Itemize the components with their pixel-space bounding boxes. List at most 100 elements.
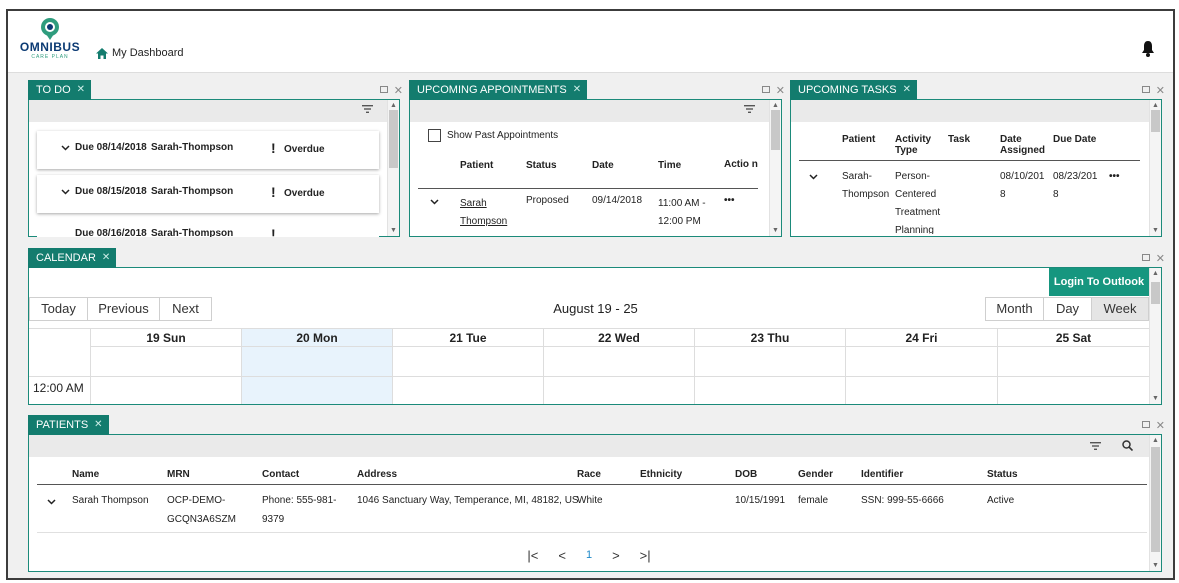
day-column-wed[interactable]: 22 Wed [543,329,694,404]
filter-icon[interactable] [1090,442,1101,450]
col-patient[interactable]: Patient [460,160,526,188]
all-day-cell [544,347,694,377]
appointments-scrollbar[interactable]: ▲ ▼ [769,100,781,236]
tasks-tab-label: UPCOMING TASKS [798,84,897,96]
todo-due: Due 08/15/2018 [75,186,147,197]
patients-scrollbar[interactable]: ▲ ▼ [1149,435,1161,571]
day-column-tue[interactable]: 21 Tue [392,329,543,404]
patient-contact: Phone: 555-981- 9379 [262,491,337,529]
col-gender[interactable]: Gender [798,469,833,480]
close-icon[interactable]: ✕ [903,80,911,100]
close-icon[interactable]: ✕ [77,80,85,100]
chevron-down-icon[interactable] [61,189,70,195]
close-icon[interactable]: ✕ [573,80,581,100]
search-icon[interactable] [1122,440,1133,451]
maximize-icon[interactable] [1141,421,1150,428]
day-column-mon[interactable]: 20 Mon [241,329,392,404]
todo-tab[interactable]: TO DO ✕ [28,80,92,100]
day-column-fri[interactable]: 24 Fri [845,329,997,404]
todo-item[interactable]: Due 08/14/2018 Sarah-Thompson ! Overdue [37,131,379,169]
close-icon[interactable]: ✕ [94,415,102,435]
task-act-line1: Person- [895,171,931,182]
more-actions-icon[interactable]: ••• [1109,168,1120,186]
todo-due: Due 08/16/2018 [75,228,147,237]
day-view-button[interactable]: Day [1043,297,1092,321]
task-act-line4: Planning [895,225,934,234]
patient-link[interactable]: Sarah Thompson [460,198,507,227]
omnibus-logo[interactable]: OMNIBUS CARE PLAN [18,17,82,69]
all-day-cell [846,347,997,377]
bell-icon[interactable] [1141,41,1155,57]
last-page-button[interactable]: >| [640,548,651,563]
table-row[interactable]: Sarah Thompson OCP-DEMO- GCQN3A6SZM Phone… [37,491,1147,533]
col-activity-type[interactable]: Activity Type [895,134,931,156]
maximize-icon[interactable] [1141,86,1150,93]
patients-tab[interactable]: PATIENTS ✕ [28,415,109,435]
col-time[interactable]: Time [658,160,724,188]
current-page[interactable]: 1 [586,548,592,563]
close-icon[interactable]: ✕ [394,84,403,97]
close-icon[interactable]: ✕ [776,84,785,97]
maximize-icon[interactable] [379,86,388,93]
col-patient[interactable]: Patient [842,134,875,145]
patient-first: Sarah [460,197,487,209]
col-status[interactable]: Status [987,469,1018,480]
col-identifier[interactable]: Identifier [861,469,903,480]
show-past-checkbox[interactable] [428,129,441,142]
task-assigned-line1: 08/10/201 [1000,171,1045,182]
todo-item[interactable]: Due 08/15/2018 Sarah-Thompson ! Overdue [37,175,379,213]
todo-patient: Sarah-Thompson [151,142,234,153]
col-name[interactable]: Name [72,469,99,480]
close-icon[interactable]: ✕ [1156,252,1165,265]
day-header: 24 Fri [846,329,997,347]
day-column-sat[interactable]: 25 Sat [997,329,1149,404]
task-patient-line2: Thompson [842,189,890,200]
day-column-thu[interactable]: 23 Thu [694,329,845,404]
chevron-down-icon[interactable] [430,198,439,205]
maximize-icon[interactable] [761,86,770,93]
day-column-sun[interactable]: 19 Sun [90,329,241,404]
col-dob[interactable]: DOB [735,469,757,480]
close-icon[interactable]: ✕ [102,248,110,268]
col-date-assigned[interactable]: Date Assigned [1000,134,1045,156]
col-address[interactable]: Address [357,469,397,480]
col-task[interactable]: Task [948,134,970,145]
calendar-tab-label: CALENDAR [36,252,96,264]
chevron-down-icon[interactable] [61,145,70,151]
contact-line2: 9379 [262,514,285,525]
calendar-tab[interactable]: CALENDAR ✕ [28,248,117,268]
todo-item[interactable]: Due 08/16/2018 Sarah-Thompson ! [37,219,379,237]
col-contact[interactable]: Contact [262,469,299,480]
col-mrn[interactable]: MRN [167,469,190,480]
close-icon[interactable]: ✕ [1156,84,1165,97]
filter-icon[interactable] [362,105,373,113]
week-view-button[interactable]: Week [1091,297,1149,321]
show-past-checkbox-row[interactable]: Show Past Appointments [428,129,558,142]
chevron-down-icon[interactable] [809,174,818,180]
chevron-down-icon[interactable] [47,499,56,505]
login-to-outlook-button[interactable]: Login To Outlook [1049,268,1149,296]
month-view-button[interactable]: Month [985,297,1044,321]
appointments-tab[interactable]: UPCOMING APPOINTMENTS ✕ [409,80,588,100]
table-row[interactable]: Sarah Thompson Proposed 09/14/2018 11:00 … [418,188,758,232]
col-ethnicity[interactable]: Ethnicity [640,469,682,480]
patient-address: 1046 Sanctuary Way, Temperance, MI, 4818… [357,495,579,506]
prev-page-button[interactable]: < [558,548,566,563]
col-race[interactable]: Race [577,469,601,480]
todo-scrollbar[interactable]: ▲ ▼ [387,100,399,236]
col-date[interactable]: Date [592,160,658,188]
next-page-button[interactable]: > [612,548,620,563]
calendar-scrollbar[interactable]: ▲ ▼ [1149,268,1161,404]
tasks-tab[interactable]: UPCOMING TASKS ✕ [790,80,917,100]
col-due-date[interactable]: Due Date [1053,134,1096,145]
col-action[interactable]: Actio n [724,160,758,188]
first-page-button[interactable]: |< [527,548,538,563]
col-status[interactable]: Status [526,160,592,188]
my-dashboard-link[interactable]: My Dashboard [96,47,184,59]
table-row[interactable]: Sarah- Thompson Person- Centered Treatment P… [799,168,1140,234]
maximize-icon[interactable] [1141,254,1150,261]
more-actions-icon[interactable]: ••• [724,188,758,232]
filter-icon[interactable] [744,105,755,113]
tasks-scrollbar[interactable]: ▲ ▼ [1149,100,1161,236]
close-icon[interactable]: ✕ [1156,419,1165,432]
